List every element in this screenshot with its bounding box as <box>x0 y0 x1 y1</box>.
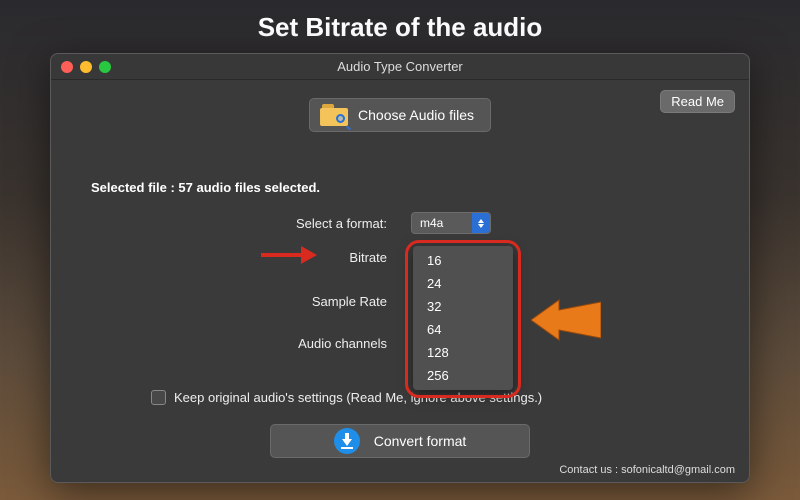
keep-original-settings-row: Keep original audio's settings (Read Me,… <box>151 390 542 405</box>
bitrate-label: Bitrate <box>51 250 411 265</box>
window-body: Read Me Choose Audio files Selected file… <box>51 80 749 482</box>
contact-text: Contact us : sofonicaltd@gmail.com <box>559 464 735 476</box>
download-icon <box>334 428 360 454</box>
titlebar: Audio Type Converter <box>51 54 749 80</box>
selected-file-text: Selected file : 57 audio files selected. <box>91 180 320 195</box>
audio-channels-row: Audio channels <box>51 336 749 351</box>
folder-search-icon <box>320 104 348 126</box>
maximize-window-button[interactable] <box>99 61 111 73</box>
sample-rate-label: Sample Rate <box>51 294 411 309</box>
format-label: Select a format: <box>51 216 411 231</box>
format-select-value: m4a <box>420 216 443 230</box>
bitrate-option[interactable]: 64 <box>413 318 513 341</box>
bitrate-option[interactable]: 128 <box>413 341 513 364</box>
traffic-lights <box>61 61 111 73</box>
choose-button-label: Choose Audio files <box>358 107 474 123</box>
app-window: Audio Type Converter Read Me Choose Audi… <box>50 53 750 483</box>
chevron-updown-icon <box>472 213 490 233</box>
keep-original-settings-checkbox[interactable] <box>151 390 166 405</box>
bitrate-option[interactable]: 24 <box>413 272 513 295</box>
bitrate-option[interactable]: 16 <box>413 249 513 272</box>
keep-original-settings-label: Keep original audio's settings (Read Me,… <box>174 390 542 405</box>
page-headline: Set Bitrate of the audio <box>0 0 800 53</box>
choose-audio-files-button[interactable]: Choose Audio files <box>309 98 491 132</box>
audio-channels-label: Audio channels <box>51 336 411 351</box>
bitrate-dropdown-list[interactable]: 16 24 32 64 128 256 <box>413 246 513 390</box>
convert-button-label: Convert format <box>374 433 467 449</box>
close-window-button[interactable] <box>61 61 73 73</box>
minimize-window-button[interactable] <box>80 61 92 73</box>
bitrate-option[interactable]: 256 <box>413 364 513 387</box>
format-select[interactable]: m4a <box>411 212 491 234</box>
window-title: Audio Type Converter <box>51 59 749 74</box>
readme-button[interactable]: Read Me <box>660 90 735 113</box>
format-row: Select a format: m4a <box>51 212 749 234</box>
bitrate-row: Bitrate <box>51 250 749 265</box>
sample-rate-row: Sample Rate <box>51 294 749 309</box>
bitrate-option[interactable]: 32 <box>413 295 513 318</box>
convert-format-button[interactable]: Convert format <box>270 424 530 458</box>
